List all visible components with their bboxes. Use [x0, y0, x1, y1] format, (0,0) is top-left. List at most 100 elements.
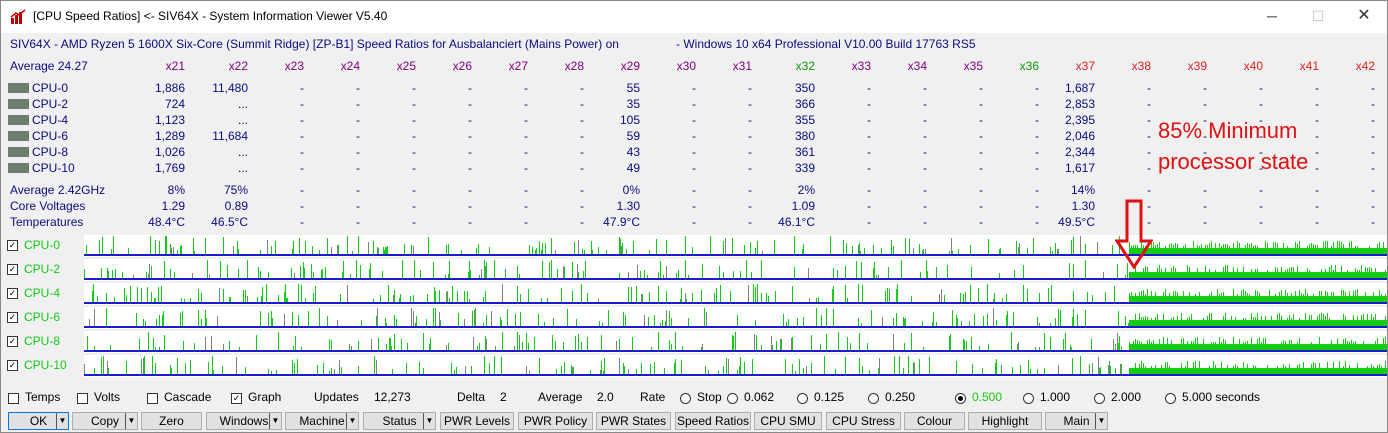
activity-spike — [1157, 314, 1158, 320]
dropdown-arrow-icon[interactable]: ▼ — [346, 413, 358, 429]
copy-button[interactable]: Copy ▼ — [72, 412, 138, 430]
rate-radio[interactable] — [868, 393, 879, 404]
dropdown-arrow-icon[interactable]: ▼ — [423, 413, 435, 429]
windows-button[interactable]: Windows ▼ — [206, 412, 282, 430]
ratio-cell: 724 — [164, 97, 185, 111]
dropdown-arrow-icon[interactable]: ▼ — [56, 413, 68, 429]
highlight-button[interactable]: Highlight — [968, 412, 1042, 430]
activity-spike — [435, 308, 436, 326]
activity-spike — [1303, 294, 1304, 296]
activity-spike — [212, 356, 213, 374]
activity-spike — [1237, 241, 1238, 248]
rate-radio[interactable] — [727, 393, 738, 404]
cpu-graph-checkbox[interactable]: ✓ — [7, 240, 18, 251]
ratio-cell: - — [468, 81, 472, 95]
activity-spike — [1333, 292, 1334, 296]
summary-cell: - — [580, 215, 584, 229]
cascade-checkbox[interactable] — [147, 393, 158, 404]
minimize-button[interactable]: ─ — [1249, 1, 1295, 33]
ratio-cell: - — [1035, 81, 1039, 95]
rate-radio[interactable] — [1165, 393, 1176, 404]
pwr-levels-button[interactable]: PWR Levels — [440, 412, 514, 430]
activity-spike — [528, 289, 529, 302]
graph-checkbox[interactable]: ✓ — [231, 393, 242, 404]
siv-app-icon — [10, 9, 26, 24]
dropdown-arrow-icon[interactable]: ▼ — [125, 413, 137, 429]
ratio-cell: - — [412, 113, 416, 127]
zero-button[interactable]: Zero — [141, 412, 202, 430]
activity-spike — [233, 246, 234, 254]
activity-spike — [757, 241, 758, 254]
activity-spike — [1307, 268, 1308, 272]
activity-spike — [983, 316, 984, 326]
close-button[interactable]: ✕ — [1341, 1, 1387, 33]
ratio-cell: - — [300, 129, 304, 143]
activity-spike — [1001, 365, 1002, 374]
machine-button-label: Machine — [299, 414, 345, 428]
activity-spike — [1257, 313, 1258, 320]
activity-spike — [166, 236, 167, 254]
activity-spike — [1385, 270, 1386, 272]
activity-spike — [529, 245, 530, 254]
cpu-graph-checkbox[interactable]: ✓ — [7, 312, 18, 323]
cpu-graph-checkbox[interactable]: ✓ — [7, 288, 18, 299]
ratio-cell: - — [748, 129, 752, 143]
activity-spike — [1299, 318, 1300, 320]
pwr-states-button[interactable]: PWR States — [596, 412, 671, 430]
activity-spike — [1323, 242, 1324, 248]
ok-button[interactable]: OK ▼ — [8, 412, 69, 430]
graph-baseline — [84, 302, 1387, 304]
dropdown-arrow-icon[interactable]: ▼ — [269, 413, 281, 429]
activity-spike — [833, 268, 834, 278]
activity-spike — [526, 366, 527, 374]
activity-spike — [1245, 245, 1246, 248]
colour-button[interactable]: Colour — [904, 412, 965, 430]
activity-spike — [1313, 244, 1314, 248]
activity-spike — [484, 356, 485, 374]
rate-radio[interactable] — [955, 393, 966, 404]
activity-spike — [390, 338, 391, 350]
activity-spike — [1163, 314, 1164, 320]
cpu-smu-button[interactable]: CPU SMU — [754, 412, 822, 430]
activity-spike — [1006, 294, 1007, 302]
volts-checkbox[interactable] — [77, 393, 88, 404]
activity-spike — [675, 359, 676, 374]
activity-spike — [891, 240, 892, 254]
ratio-cell: - — [867, 113, 871, 127]
speed-ratios-button[interactable]: Speed Ratios — [675, 412, 751, 430]
activity-spike — [956, 315, 957, 326]
activity-spike — [1219, 294, 1220, 296]
activity-spike — [1257, 291, 1258, 296]
cpu-stress-button[interactable]: CPU Stress — [826, 412, 901, 430]
ratio-cell: - — [1371, 81, 1375, 95]
cpu-color-swatch — [8, 115, 29, 125]
title-bar[interactable]: [CPU Speed Ratios] <- SIV64X - System In… — [1, 1, 1387, 33]
ratio-cell: 1,123 — [154, 113, 185, 127]
activity-spike — [1147, 340, 1148, 344]
maximize-button[interactable]: ☐ — [1295, 1, 1341, 33]
machine-button[interactable]: Machine ▼ — [285, 412, 359, 430]
rate-radio[interactable] — [1023, 393, 1034, 404]
ratio-cell: - — [1315, 97, 1319, 111]
summary-cell: - — [923, 215, 927, 229]
activity-spike — [1233, 289, 1234, 296]
activity-spike — [1347, 270, 1348, 272]
activity-spike — [604, 358, 605, 374]
main-button[interactable]: Main ▼ — [1045, 412, 1108, 430]
rate-radio[interactable] — [1094, 393, 1105, 404]
cpu-graph-checkbox[interactable]: ✓ — [7, 360, 18, 371]
cpu-graph-checkbox[interactable]: ✓ — [7, 264, 18, 275]
rate-radio[interactable] — [797, 393, 808, 404]
status-button[interactable]: Status ▼ — [363, 412, 436, 430]
summary-cell: - — [468, 215, 472, 229]
rate-radio[interactable] — [680, 393, 691, 404]
pwr-policy-button[interactable]: PWR Policy — [518, 412, 593, 430]
dropdown-arrow-icon[interactable]: ▼ — [1095, 413, 1107, 429]
volts-label: Volts — [94, 390, 121, 404]
temps-checkbox[interactable] — [8, 393, 19, 404]
cpu-graph-checkbox[interactable]: ✓ — [7, 336, 18, 347]
activity-spike — [247, 260, 248, 278]
activity-spike — [1165, 362, 1166, 368]
activity-spike — [1080, 356, 1081, 374]
activity-spike — [151, 266, 152, 278]
